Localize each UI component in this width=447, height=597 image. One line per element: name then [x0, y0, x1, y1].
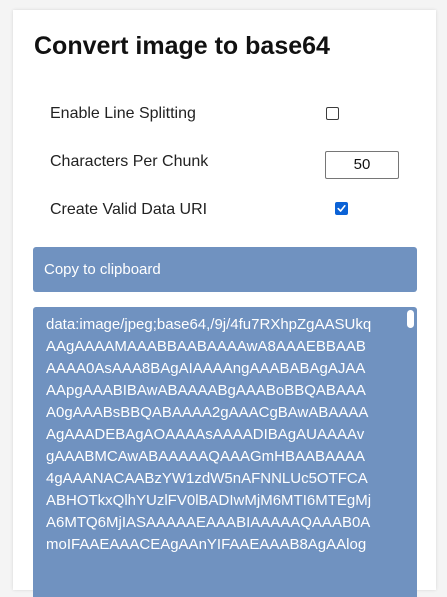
base64-output[interactable]: data:image/jpeg;base64,/9j/4fu7RXhpZgAAS… [33, 307, 417, 597]
output-line: ABHOTkxQlhYUzlFV0lBADIwMjM6MTI6MTEgMj [46, 492, 372, 509]
output-line: 4gAAANACAABzYW1zdW5nAFNNLUc5OTFCA [46, 470, 368, 487]
output-line: AAAA0AsAAA8BAgAIAAAAngAAABABAgAJAA [46, 360, 366, 377]
data-uri-label: Create Valid Data URI [50, 201, 208, 218]
copy-to-clipboard-button[interactable]: Copy to clipboard [33, 247, 417, 292]
output-line: A0gAAABsBBQABAAAA2gAAACgBAwABAAAA [46, 404, 369, 421]
output-line: AAgAAAAMAAABBAABAAAAwA8AAAEBBAAB [46, 338, 366, 355]
chunk-size-input[interactable]: 50 [325, 151, 399, 179]
base64-output-text: data:image/jpeg;base64,/9j/4fu7RXhpZgAAS… [46, 314, 408, 556]
output-line: moIFAAEAAACEAgAAnYIFAAEAAAB8AgAAlog [46, 536, 367, 553]
output-line: data:image/jpeg;base64,/9j/4fu7RXhpZgAAS… [46, 316, 372, 333]
line-splitting-checkbox[interactable] [326, 107, 339, 120]
output-line: AgAAADEBAgAOAAAAsAAAADIBAgAUAAAAv [46, 426, 365, 443]
output-line: A6MTQ6MjIASAAAAAEAAABIAAAAAQAAAB0A [46, 514, 371, 531]
page-title: Convert image to base64 [34, 32, 330, 60]
check-icon [337, 205, 346, 212]
output-line: gAAABMCAwABAAAAAQAAAGmHBAABAAAA [46, 448, 366, 465]
data-uri-checkbox[interactable] [335, 202, 348, 215]
line-splitting-label: Enable Line Splitting [50, 105, 196, 122]
output-scrollbar-thumb[interactable] [407, 310, 414, 328]
chunk-size-label: Characters Per Chunk [50, 153, 209, 170]
output-line: AApgAAABIBAwABAAAABgAAABoBBQABAAA [46, 382, 366, 399]
converter-card: Convert image to base64 Enable Line Spli… [13, 10, 436, 597]
